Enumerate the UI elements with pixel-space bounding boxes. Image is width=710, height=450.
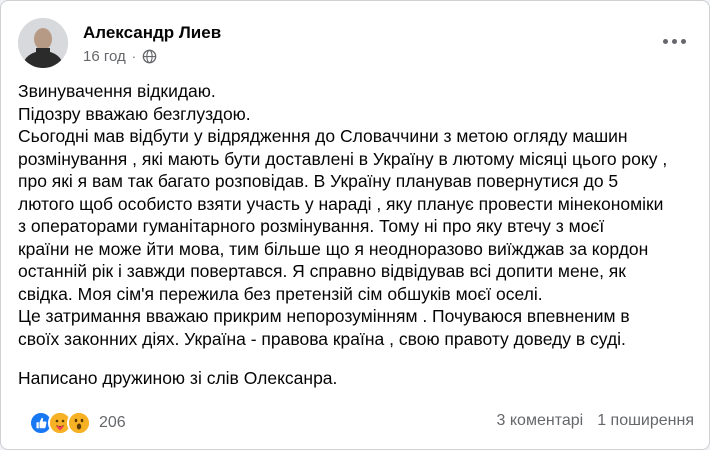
post-line: з операторами гуманітарного розмінування…: [18, 216, 605, 236]
avatar-photo: [18, 18, 68, 68]
post-meta: 16 год ·: [83, 48, 157, 65]
more-dot-icon: [671, 38, 677, 44]
post-line: своїх законних діях. Україна - правова к…: [18, 328, 626, 349]
post-line: Це затримання вважаю прикрим непорозумін…: [18, 306, 630, 326]
post-body: Звинувачення відкидаю. Підозру вважаю бе…: [18, 80, 698, 390]
post-time[interactable]: 16 год: [83, 48, 126, 65]
post-signature: Написано дружиною зі слів Олексанра.: [18, 368, 338, 388]
post-line: розмінування , які мають бути доставлені…: [18, 148, 668, 169]
wow-icon: [67, 411, 91, 435]
post-line: свідка. Моя сім'я пережила без претензій…: [18, 283, 543, 304]
post-line: Сьогодні мав відбути у відрядження до Сл…: [18, 126, 628, 146]
post-line: країни не може йти мова, тим більше що я…: [18, 238, 649, 259]
shares-count[interactable]: 1 поширення: [597, 412, 694, 430]
author-name[interactable]: Александр Лиев: [83, 23, 221, 43]
globe-icon[interactable]: [142, 49, 157, 64]
comments-count[interactable]: 3 коментарі: [497, 412, 584, 430]
post-card: Александр Лиев 16 год · Звинувачення від…: [0, 0, 710, 450]
author-avatar[interactable]: [18, 18, 68, 68]
post-line: про які я вам так багато розповідав. В У…: [18, 171, 619, 191]
post-stats: 3 коментарі 1 поширення: [497, 412, 694, 430]
post-line: лютого щоб особисто взяти участь у нарад…: [18, 193, 664, 214]
reaction-count: 206: [99, 414, 126, 431]
reactions-summary[interactable]: 206: [29, 411, 126, 435]
more-dot-icon: [680, 38, 686, 44]
post-footer: 206 3 коментарі 1 поширення: [18, 411, 694, 436]
post-line: Звинувачення відкидаю.: [18, 81, 216, 101]
more-dot-icon: [662, 38, 668, 44]
more-options-button[interactable]: [656, 27, 692, 55]
post-line: останній рік і завжди повертався. Я спра…: [18, 261, 626, 281]
post-line: Підозру вважаю безглуздою.: [18, 103, 251, 124]
meta-separator: ·: [131, 49, 137, 64]
